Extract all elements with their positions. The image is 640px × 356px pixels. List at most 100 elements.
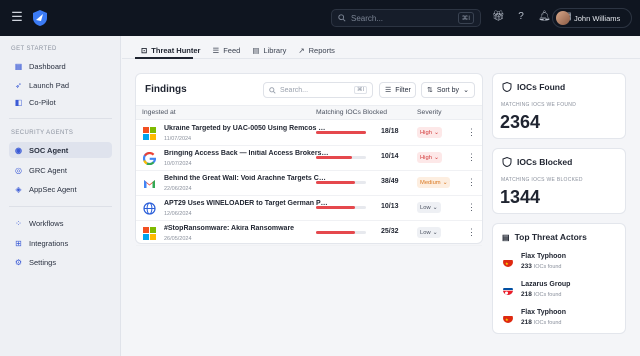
severity-badge[interactable]: High ⌄: [417, 127, 442, 138]
tab-feed[interactable]: ☰ Feed: [206, 43, 246, 57]
blocked-progress-fill: [316, 181, 355, 184]
active-tab-indicator: [135, 57, 193, 59]
findings-search-shortcut: ⌘I: [353, 86, 367, 94]
blocked-count: 25/32: [381, 228, 399, 235]
global-search-input[interactable]: Search... ⌘I: [331, 9, 481, 27]
sidebar-item-integrations[interactable]: ⊞ Integrations: [9, 235, 112, 251]
table-row[interactable]: APT29 Uses WINELOADER to Target German P…: [136, 196, 482, 221]
grc-icon: ◎: [15, 165, 22, 175]
filter-icon: ☰: [385, 87, 392, 94]
severity-badge[interactable]: Medium ⌄: [417, 177, 451, 188]
threat-actor-item[interactable]: Lazarus Group 218 IOCs found: [503, 281, 570, 298]
finding-date: 10/07/2024: [164, 161, 192, 167]
library-icon: ▤: [252, 45, 260, 55]
sidebar-item-grc-agent[interactable]: ◎ GRC Agent: [9, 162, 112, 178]
finding-title[interactable]: Bringing Access Back — Initial Access Br…: [164, 150, 330, 157]
threat-actor-count: 233: [521, 263, 532, 270]
threat-actor-item[interactable]: ★ Flax Typhoon 218 IOCs found: [503, 309, 566, 326]
menu-icon[interactable]: ☰: [10, 10, 24, 24]
more-options-icon[interactable]: ⋮: [467, 227, 476, 237]
iocs-blocked-subtitle: MATCHING IOCS WE BLOCKED: [501, 177, 583, 183]
more-options-icon[interactable]: ⋮: [467, 202, 476, 212]
sort-by-button[interactable]: ⇅ Sort by ⌄: [421, 82, 475, 98]
severity-badge[interactable]: High ⌄: [417, 152, 442, 163]
table-row[interactable]: Ukraine Targeted by UAC-0050 Using Remco…: [136, 121, 482, 146]
sidebar-item-settings[interactable]: ⚙︎ Settings: [9, 254, 112, 270]
soc-icon: ◉: [15, 145, 22, 155]
help-icon[interactable]: ?: [515, 11, 527, 23]
microsoft-logo-icon: [143, 227, 156, 240]
sidebar-item-soc-agent[interactable]: ◉ SOC Agent: [9, 142, 112, 158]
column-header[interactable]: Matching IOCs Blocked: [316, 109, 387, 116]
more-options-icon[interactable]: ⋮: [467, 127, 476, 137]
chevron-down-icon: ⌄: [442, 179, 448, 186]
sort-icon: ⇅: [427, 87, 433, 94]
blocked-progress-bar: [316, 156, 366, 159]
reports-icon: ↗: [298, 45, 305, 55]
table-row[interactable]: Behind the Great Wall: Void Arachne Targ…: [136, 171, 482, 196]
user-name: John Williams: [574, 13, 621, 23]
threat-actor-name: Flax Typhoon: [521, 309, 566, 316]
tab-reports[interactable]: ↗ Reports: [292, 43, 341, 57]
tab-divider: [122, 58, 640, 59]
chat-icon: ◧: [14, 97, 23, 107]
blocked-progress-fill: [316, 206, 355, 209]
threat-actor-count-suffix: IOCs found: [533, 292, 562, 298]
blocked-progress-bar: [316, 131, 366, 134]
chevron-down-icon: ⌄: [433, 129, 439, 136]
integrations-icon: ⊞: [15, 238, 22, 248]
table-row[interactable]: #StopRansomware: Akira Ransomware 26/05/2…: [136, 221, 482, 246]
tab-library[interactable]: ▤ Library: [246, 43, 292, 57]
threat-hunter-icon: ⊡: [141, 45, 148, 55]
top-threat-actors-card: ▤ Top Threat Actors ★ Flax Typhoon 233 IOCs…: [492, 223, 626, 334]
sidebar-item-dashboard[interactable]: ▦ Dashboard: [9, 58, 112, 74]
column-header[interactable]: Severity: [417, 109, 442, 116]
blocked-progress-bar: [316, 231, 366, 234]
blocked-count: 18/18: [381, 128, 399, 135]
blocked-progress-bar: [316, 181, 366, 184]
iocs-blocked-card: IOCs Blocked MATCHING IOCS WE BLOCKED 13…: [492, 148, 626, 214]
dashboard-icon: ▦: [14, 61, 23, 71]
sidebar-item-appsec-agent[interactable]: ◈ AppSec Agent: [9, 181, 112, 197]
severity-badge[interactable]: Low ⌄: [417, 227, 441, 238]
column-header[interactable]: Ingested at: [142, 109, 176, 116]
filter-button[interactable]: ☰ Filter: [379, 82, 416, 98]
settings-icon: ⚙︎: [14, 257, 23, 267]
findings-search-input[interactable]: Search... ⌘I: [263, 82, 373, 98]
blocked-progress-bar: [316, 206, 366, 209]
divider: [9, 206, 112, 207]
threat-actor-item[interactable]: ★ Flax Typhoon 233 IOCs found: [503, 253, 566, 270]
feed-icon: ☰: [212, 45, 220, 55]
finding-title[interactable]: Behind the Great Wall: Void Arachne Targ…: [164, 175, 330, 182]
sidebar-item-launch-pad[interactable]: ➶ Launch Pad: [9, 77, 112, 93]
threat-actor-count-suffix: IOCs found: [533, 264, 562, 270]
more-options-icon[interactable]: ⋮: [467, 177, 476, 187]
finding-title[interactable]: Ukraine Targeted by UAC-0050 Using Remco…: [164, 125, 330, 132]
iocs-found-title: IOCs Found: [517, 82, 566, 92]
search-shortcut: ⌘I: [457, 12, 474, 24]
more-options-icon[interactable]: ⋮: [467, 152, 476, 162]
rocket-icon: ➶: [15, 80, 22, 90]
bell-icon[interactable]: 🔔︎: [538, 11, 551, 23]
threat-actor-name: Lazarus Group: [521, 281, 571, 288]
blocked-count: 10/13: [381, 203, 399, 210]
user-menu[interactable]: John Williams: [552, 8, 632, 28]
table-row[interactable]: Bringing Access Back — Initial Access Br…: [136, 146, 482, 171]
blocked-progress-fill: [316, 156, 352, 159]
finding-title[interactable]: APT29 Uses WINELOADER to Target German P…: [164, 200, 330, 207]
iocs-found-card: IOCs Found MATCHING IOCS WE FOUND 2364: [492, 73, 626, 139]
tab-threat-hunter[interactable]: ⊡ Threat Hunter: [135, 43, 206, 57]
shield-icon: [502, 82, 512, 92]
threat-actor-count: 218: [521, 319, 532, 326]
gift-icon[interactable]: 🎁︎: [492, 11, 505, 23]
code-icon: ◈: [15, 184, 22, 194]
finding-date: 11/07/2024: [164, 136, 192, 142]
logo-icon[interactable]: [32, 9, 48, 27]
finding-title[interactable]: #StopRansomware: Akira Ransomware: [164, 225, 330, 232]
avatar: [556, 11, 570, 25]
severity-badge[interactable]: Low ⌄: [417, 202, 441, 213]
sidebar-item-co-pilot[interactable]: ◧ Co-Pilot: [9, 94, 112, 110]
findings-title: Findings: [145, 84, 187, 95]
sidebar-item-workflows[interactable]: ⁘ Workflows: [9, 215, 112, 231]
search-icon: [338, 14, 346, 22]
